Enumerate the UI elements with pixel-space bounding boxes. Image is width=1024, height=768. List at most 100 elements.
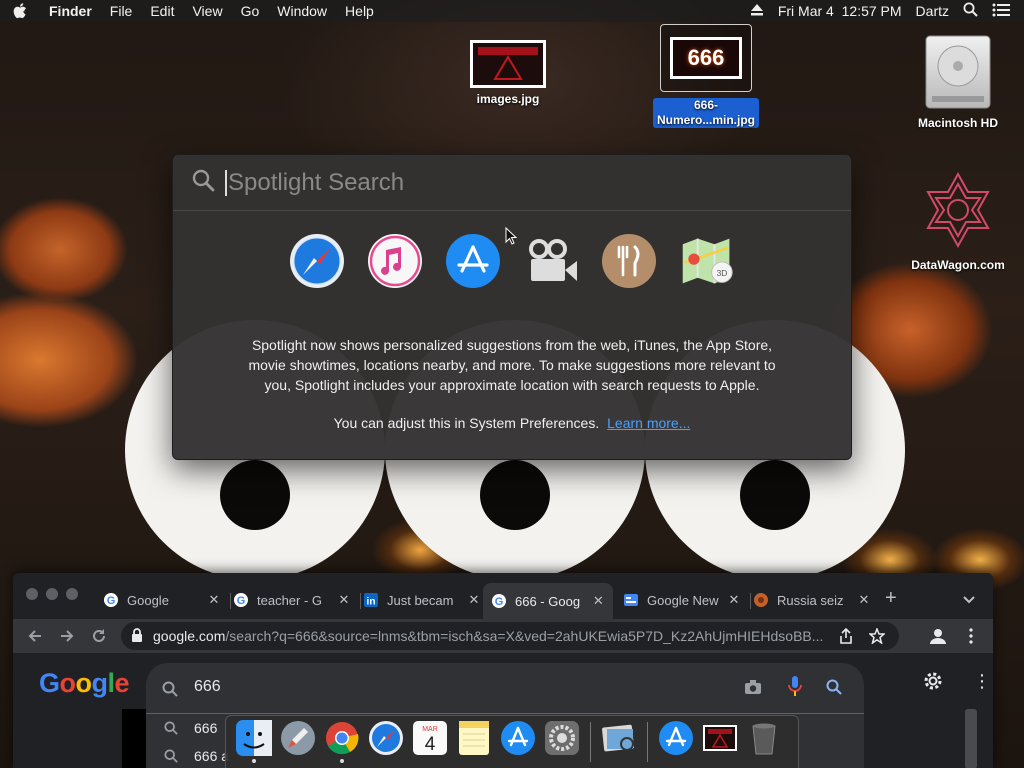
tab-close-icon[interactable]: ✕ [592,593,605,609]
tab-google[interactable]: G Google ✕ [95,585,229,615]
apple-menu-icon[interactable] [0,3,40,19]
desktop-file-label: Macintosh HD [917,116,998,130]
trash-icon [752,723,776,755]
dock-separator [590,722,591,762]
spotlight-search-icon[interactable] [963,2,978,20]
menu-view[interactable]: View [183,3,231,19]
google-search-input[interactable]: 666 [194,678,221,696]
dock-chrome[interactable] [323,720,361,766]
eject-icon[interactable] [750,3,764,19]
tab-close-icon[interactable]: ✕ [467,592,481,608]
menu-file[interactable]: File [101,3,142,19]
dock-calendar[interactable]: MAR 4 [411,720,449,766]
tab-close-icon[interactable]: ✕ [857,592,871,608]
tab-666-google[interactable]: G 666 - Goog ✕ [483,583,613,619]
dock-system-preferences[interactable] [543,720,581,766]
browser-toolbar: google.com /search?q=666&source=lnms&tbm… [13,619,993,653]
google-news-favicon-icon [623,592,639,608]
app-store-icon [659,721,693,755]
dock-trash[interactable] [745,720,783,766]
desktop-file-666-numero[interactable]: 666 666- Numero...min.jpg [646,24,766,128]
google-logo[interactable]: Google [39,668,130,699]
menu-window[interactable]: Window [268,3,336,19]
running-indicator [340,759,344,763]
preview-icon [602,724,634,752]
desktop-file-label: 666- Numero...min.jpg [652,98,759,128]
dock-app-store[interactable] [499,720,537,766]
tab-teacher[interactable]: G teacher - G ✕ [225,585,359,615]
desktop-file-label: DataWagon.com [911,258,1005,272]
tab-close-icon[interactable]: ✕ [207,592,221,608]
desktop-macintosh-hd[interactable]: Macintosh HD [906,30,1010,131]
tab-google-news[interactable]: Google New ✕ [615,585,749,615]
app-store-icon [501,721,535,755]
calendar-icon: MAR4 [413,721,447,755]
page-scrollbar[interactable] [965,709,977,768]
profile-avatar-icon[interactable] [928,626,948,646]
search-suggestion[interactable]: 666 a [194,748,229,764]
svg-text:G: G [495,596,504,608]
lock-icon[interactable] [131,628,143,646]
search-submit-icon[interactable] [826,679,842,700]
dock: MAR 4 [225,715,799,768]
tab-search-chevron-icon[interactable] [963,591,975,609]
tab-close-icon[interactable]: ✕ [337,592,351,608]
microphone-icon[interactable] [788,675,802,702]
url-path: /search?q=666&source=lnms&tbm=isch&sa=X&… [225,628,824,644]
dock-safari[interactable] [367,720,405,766]
reload-icon[interactable] [89,626,109,646]
linkedin-favicon-icon: in [363,592,379,608]
google-favicon-icon: G [103,592,119,608]
new-tab-icon[interactable]: + [885,587,897,610]
safari-icon [369,721,403,755]
menu-app-name[interactable]: Finder [40,3,101,19]
bookmark-star-icon[interactable] [868,626,886,647]
learn-more-link[interactable]: Learn more... [607,415,690,431]
tab-linkedin[interactable]: in Just becam ✕ [355,585,489,615]
back-arrow-icon[interactable] [25,626,45,646]
news-favicon-icon [753,592,769,608]
spotlight-adjust-text: You can adjust this in System Preference… [173,415,851,431]
spotlight-search-bar[interactable] [173,155,851,211]
desktop-datawagon[interactable]: DataWagon.com [896,170,1020,273]
window-minimize-button[interactable] [46,588,58,600]
dock-image-file[interactable] [701,720,739,766]
share-icon[interactable] [839,627,853,647]
menu-user[interactable]: Dartz [916,3,949,19]
forward-arrow-icon[interactable] [57,626,77,646]
menu-bar: Finder File Edit View Go Window Help Fri… [0,0,1024,22]
address-bar[interactable]: google.com /search?q=666&source=lnms&tbm… [121,622,899,650]
desktop-file-label: images.jpg [476,92,540,106]
menu-clock[interactable]: Fri Mar 4 12:57 PM [778,3,902,19]
menu-go[interactable]: Go [232,3,269,19]
tab-close-icon[interactable]: ✕ [727,592,741,608]
menu-edit[interactable]: Edit [141,3,183,19]
tab-title: 666 - Goog [515,593,581,609]
apps-menu-icon[interactable]: ⋮ [973,671,991,692]
dock-preview[interactable] [600,720,638,766]
dock-launchpad[interactable] [279,720,317,766]
tab-title: Google [127,592,169,608]
spotlight-search-input[interactable] [228,168,788,197]
notification-center-icon[interactable] [992,3,1010,20]
svg-text:G: G [237,595,246,607]
dock-notes[interactable] [455,720,493,766]
search-suggestion[interactable]: 666 [194,720,217,736]
svg-text:4: 4 [425,734,436,755]
datawagon-logo-icon [926,171,990,249]
settings-gear-icon[interactable] [921,669,945,698]
tab-russia[interactable]: Russia seiz ✕ [745,585,879,615]
image-thumbnail-icon: 666 [670,37,742,79]
menu-help[interactable]: Help [336,3,383,19]
window-close-button[interactable] [26,588,38,600]
dock-app-store-download[interactable] [657,720,695,766]
window-zoom-button[interactable] [66,588,78,600]
text-caret [225,169,227,196]
camera-search-icon[interactable] [744,679,762,700]
search-icon [191,168,215,197]
desktop-file-images-jpg[interactable]: images.jpg [470,40,546,107]
result-thumbnail-edge [122,709,146,768]
dock-finder[interactable] [235,720,273,766]
more-menu-icon[interactable] [961,626,981,646]
google-favicon-icon: G [233,592,249,608]
